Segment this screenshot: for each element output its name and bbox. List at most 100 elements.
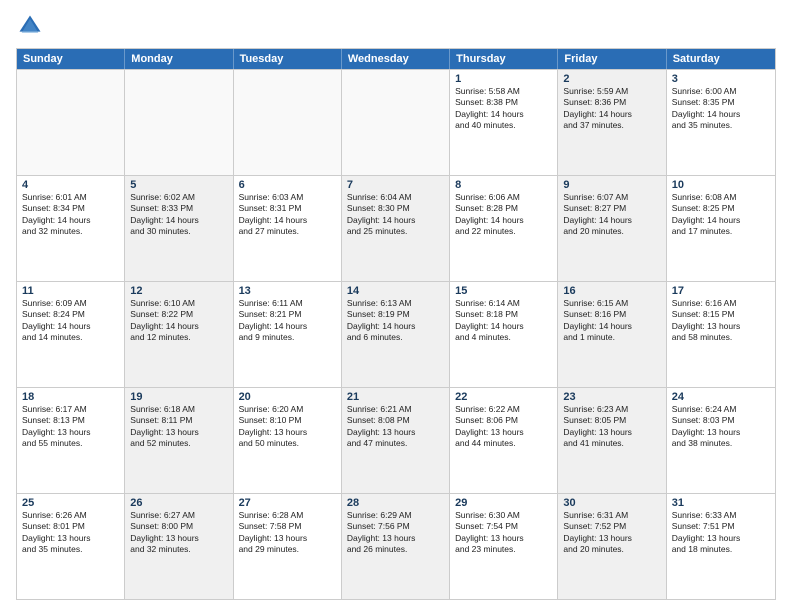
cell-info-line: Sunset: 8:15 PM (672, 309, 770, 320)
day-number: 23 (563, 391, 660, 403)
day-number: 6 (239, 179, 336, 191)
cell-info-line: Sunset: 8:03 PM (672, 415, 770, 426)
cell-info-line: Daylight: 14 hours (239, 321, 336, 332)
cal-cell: 9Sunrise: 6:07 AMSunset: 8:27 PMDaylight… (558, 176, 666, 281)
cal-cell: 27Sunrise: 6:28 AMSunset: 7:58 PMDayligh… (234, 494, 342, 599)
day-number: 21 (347, 391, 444, 403)
cal-cell: 30Sunrise: 6:31 AMSunset: 7:52 PMDayligh… (558, 494, 666, 599)
cell-info-line: Sunrise: 6:21 AM (347, 404, 444, 415)
cell-info-line: Daylight: 14 hours (455, 109, 552, 120)
cell-info-line: Sunrise: 5:59 AM (563, 86, 660, 97)
cell-info-line: Sunset: 8:24 PM (22, 309, 119, 320)
cell-info-line: and 18 minutes. (672, 544, 770, 555)
cell-info-line: Sunrise: 6:18 AM (130, 404, 227, 415)
page: SundayMondayTuesdayWednesdayThursdayFrid… (0, 0, 792, 612)
cell-info-line: Sunset: 8:05 PM (563, 415, 660, 426)
cell-info-line: and 40 minutes. (455, 120, 552, 131)
cell-info-line: Sunset: 8:10 PM (239, 415, 336, 426)
cell-info-line: Sunrise: 6:30 AM (455, 510, 552, 521)
cal-cell: 16Sunrise: 6:15 AMSunset: 8:16 PMDayligh… (558, 282, 666, 387)
day-number: 13 (239, 285, 336, 297)
cal-cell: 23Sunrise: 6:23 AMSunset: 8:05 PMDayligh… (558, 388, 666, 493)
cal-cell (17, 70, 125, 175)
cell-info-line: Sunrise: 6:14 AM (455, 298, 552, 309)
cell-info-line: Sunrise: 6:31 AM (563, 510, 660, 521)
cell-info-line: Daylight: 14 hours (455, 215, 552, 226)
cell-info-line: and 29 minutes. (239, 544, 336, 555)
cell-info-line: Daylight: 14 hours (563, 215, 660, 226)
cal-cell: 2Sunrise: 5:59 AMSunset: 8:36 PMDaylight… (558, 70, 666, 175)
day-number: 31 (672, 497, 770, 509)
cell-info-line: Daylight: 14 hours (672, 215, 770, 226)
cal-cell: 19Sunrise: 6:18 AMSunset: 8:11 PMDayligh… (125, 388, 233, 493)
cal-row: 11Sunrise: 6:09 AMSunset: 8:24 PMDayligh… (17, 281, 775, 387)
cell-info-line: and 52 minutes. (130, 438, 227, 449)
cal-cell: 8Sunrise: 6:06 AMSunset: 8:28 PMDaylight… (450, 176, 558, 281)
cell-info-line: and 25 minutes. (347, 226, 444, 237)
cell-info-line: and 20 minutes. (563, 544, 660, 555)
cell-info-line: Sunset: 8:01 PM (22, 521, 119, 532)
cell-info-line: Sunset: 8:18 PM (455, 309, 552, 320)
day-number: 8 (455, 179, 552, 191)
day-number: 17 (672, 285, 770, 297)
cell-info-line: Sunset: 7:51 PM (672, 521, 770, 532)
day-number: 29 (455, 497, 552, 509)
day-number: 14 (347, 285, 444, 297)
cell-info-line: Daylight: 13 hours (239, 533, 336, 544)
day-number: 28 (347, 497, 444, 509)
cell-info-line: Sunset: 8:28 PM (455, 203, 552, 214)
cell-info-line: Sunrise: 6:33 AM (672, 510, 770, 521)
cal-cell: 11Sunrise: 6:09 AMSunset: 8:24 PMDayligh… (17, 282, 125, 387)
cal-header-cell: Tuesday (234, 49, 342, 69)
cell-info-line: Sunrise: 6:15 AM (563, 298, 660, 309)
cell-info-line: Sunset: 8:33 PM (130, 203, 227, 214)
cal-cell: 26Sunrise: 6:27 AMSunset: 8:00 PMDayligh… (125, 494, 233, 599)
cal-cell: 15Sunrise: 6:14 AMSunset: 8:18 PMDayligh… (450, 282, 558, 387)
cell-info-line: Daylight: 14 hours (347, 215, 444, 226)
day-number: 11 (22, 285, 119, 297)
cell-info-line: Sunset: 7:54 PM (455, 521, 552, 532)
cell-info-line: Sunrise: 6:29 AM (347, 510, 444, 521)
day-number: 7 (347, 179, 444, 191)
cell-info-line: Daylight: 14 hours (672, 109, 770, 120)
cell-info-line: Sunrise: 6:03 AM (239, 192, 336, 203)
cell-info-line: Sunset: 8:19 PM (347, 309, 444, 320)
day-number: 2 (563, 73, 660, 85)
cal-cell: 25Sunrise: 6:26 AMSunset: 8:01 PMDayligh… (17, 494, 125, 599)
cell-info-line: and 58 minutes. (672, 332, 770, 343)
cal-cell (125, 70, 233, 175)
cell-info-line: Daylight: 13 hours (563, 427, 660, 438)
cell-info-line: Sunrise: 6:11 AM (239, 298, 336, 309)
day-number: 22 (455, 391, 552, 403)
cell-info-line: and 47 minutes. (347, 438, 444, 449)
cell-info-line: and 20 minutes. (563, 226, 660, 237)
cell-info-line: and 44 minutes. (455, 438, 552, 449)
cell-info-line: Daylight: 14 hours (130, 215, 227, 226)
cell-info-line: Sunset: 8:30 PM (347, 203, 444, 214)
cell-info-line: Sunset: 7:58 PM (239, 521, 336, 532)
cell-info-line: and 32 minutes. (22, 226, 119, 237)
cal-header-cell: Thursday (450, 49, 558, 69)
cell-info-line: Sunset: 8:16 PM (563, 309, 660, 320)
cell-info-line: Daylight: 14 hours (130, 321, 227, 332)
cell-info-line: Sunrise: 6:17 AM (22, 404, 119, 415)
cell-info-line: Sunset: 8:25 PM (672, 203, 770, 214)
cell-info-line: and 17 minutes. (672, 226, 770, 237)
cal-cell: 1Sunrise: 5:58 AMSunset: 8:38 PMDaylight… (450, 70, 558, 175)
cell-info-line: and 32 minutes. (130, 544, 227, 555)
cell-info-line: Sunrise: 6:20 AM (239, 404, 336, 415)
cell-info-line: Daylight: 13 hours (239, 427, 336, 438)
day-number: 1 (455, 73, 552, 85)
cal-cell: 18Sunrise: 6:17 AMSunset: 8:13 PMDayligh… (17, 388, 125, 493)
cell-info-line: and 12 minutes. (130, 332, 227, 343)
day-number: 20 (239, 391, 336, 403)
day-number: 24 (672, 391, 770, 403)
cell-info-line: Sunset: 8:13 PM (22, 415, 119, 426)
cell-info-line: Daylight: 13 hours (130, 533, 227, 544)
cell-info-line: Sunset: 8:00 PM (130, 521, 227, 532)
cal-cell: 17Sunrise: 6:16 AMSunset: 8:15 PMDayligh… (667, 282, 775, 387)
cell-info-line: and 41 minutes. (563, 438, 660, 449)
cell-info-line: and 30 minutes. (130, 226, 227, 237)
cell-info-line: and 22 minutes. (455, 226, 552, 237)
cell-info-line: and 35 minutes. (22, 544, 119, 555)
